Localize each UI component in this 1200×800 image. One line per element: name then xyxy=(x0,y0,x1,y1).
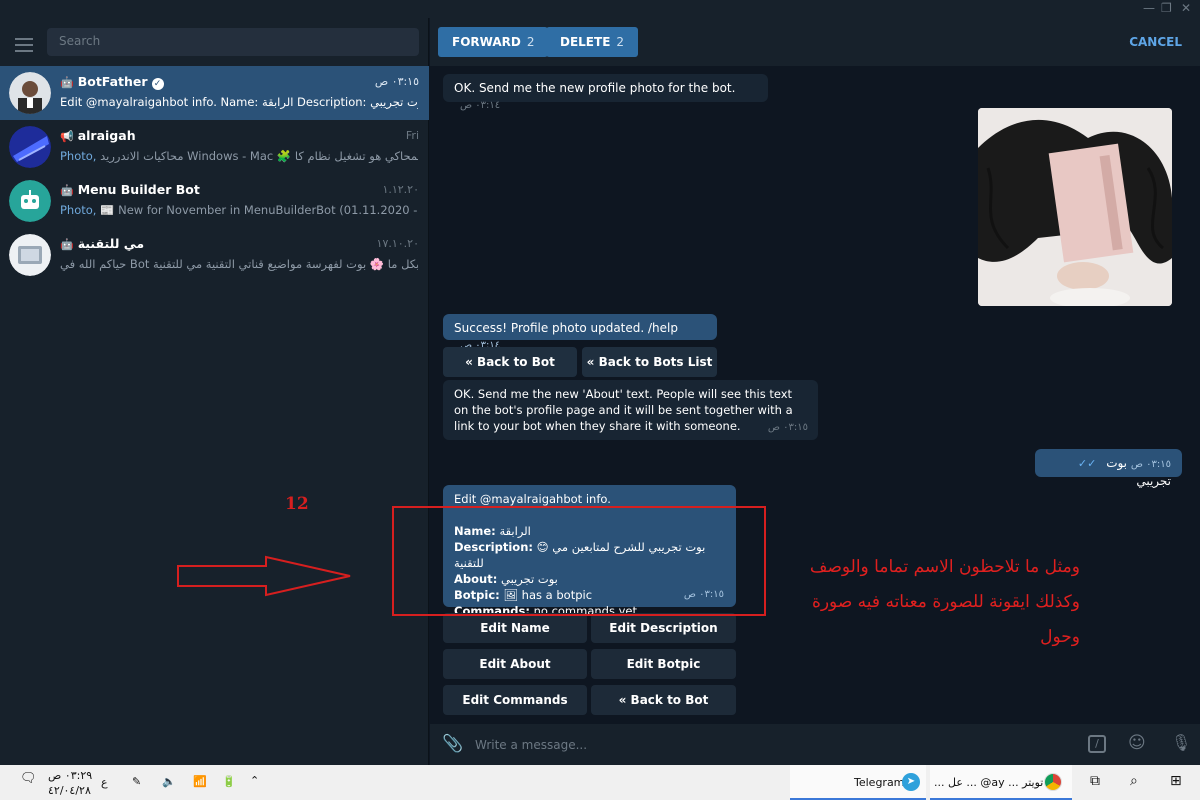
close-icon[interactable]: ✕ xyxy=(1181,1,1191,15)
chat-time: ٠٣:١٥ ص xyxy=(374,75,419,88)
wifi-icon[interactable]: 📶 xyxy=(193,775,207,788)
back-to-bot-button[interactable]: « Back to Bot xyxy=(443,347,577,377)
chat-preview: Photo, محاكيات الاندرريد Windows - Mac 🧩… xyxy=(60,149,418,163)
microphone-icon[interactable]: 🎙 xyxy=(1171,733,1191,752)
avatar xyxy=(9,180,51,222)
message-bubble[interactable]: OK. Send me the new 'About' text. People… xyxy=(443,380,818,440)
forward-button[interactable]: FORWARD 2 xyxy=(438,27,549,57)
chat-title: alraigah xyxy=(77,128,136,143)
search-input[interactable]: Search xyxy=(47,28,419,56)
search-icon[interactable]: ⌕ xyxy=(1130,773,1138,789)
annotation-text: ومثل ما تلاحظون الاسم تماما والوصف وكذلك… xyxy=(809,557,1080,647)
photo-image xyxy=(978,108,1172,306)
message-composer: 📎 Write a message... / ☺ 🎙 xyxy=(430,724,1200,765)
outgoing-message-bubble[interactable]: ✓✓ ٠٣:١٥ ص بوت تجريبي xyxy=(1035,449,1182,488)
edit-description-button[interactable]: Edit Description xyxy=(591,613,736,643)
chat-item-alraigah[interactable]: 📢 alraigah Fri Photo, محاكيات الاندرريد W… xyxy=(0,120,429,174)
chevron-up-icon[interactable]: ⌃ xyxy=(250,774,259,787)
chat-item-menu-builder-bot[interactable]: 🤖 Menu Builder Bot ١.١٢.٢٠ Photo, 📰 New f… xyxy=(0,174,429,228)
bot-icon: 🤖 xyxy=(60,76,74,89)
chat-preview: حياكم الله في Bot بكل ما 🌸 بوت لفهرسة مو… xyxy=(60,257,418,271)
edit-commands-button[interactable]: Edit Commands xyxy=(443,685,587,715)
cancel-button[interactable]: CANCEL xyxy=(1129,35,1182,49)
message-bubble[interactable]: OK. Send me the new profile photo for th… xyxy=(443,74,768,111)
read-check-icon: ✓✓ xyxy=(1077,457,1097,470)
clock-date: ٤٢/٠٤/٢٨ xyxy=(48,784,91,797)
pen-icon[interactable]: ✎ xyxy=(132,775,141,788)
chat-time: ١.١٢.٢٠ xyxy=(382,183,419,196)
message-input[interactable]: Write a message... xyxy=(475,738,587,752)
edit-about-button[interactable]: Edit About xyxy=(443,649,587,679)
bot-icon: 🤖 xyxy=(60,184,74,197)
clock-time[interactable]: ٠٣:٢٩ ص xyxy=(48,769,92,782)
chat-title: مي للتقنية xyxy=(77,236,145,251)
chat-preview: Photo, 📰 New for November in MenuBuilder… xyxy=(60,203,418,217)
annotation-arrow-icon xyxy=(177,555,351,597)
notification-icon[interactable]: 🗨 xyxy=(20,771,37,786)
back-to-bot-button-2[interactable]: « Back to Bot xyxy=(591,685,736,715)
windows-start-icon[interactable]: ⊞ xyxy=(1170,773,1182,789)
bot-icon: 🤖 xyxy=(60,238,74,251)
chat-title: Menu Builder Bot xyxy=(77,182,200,197)
task-view-icon[interactable]: ⧉ xyxy=(1090,773,1100,789)
edit-botpic-button[interactable]: Edit Botpic xyxy=(591,649,736,679)
title-bar: — ❐ ✕ xyxy=(0,0,1200,18)
attach-icon[interactable]: 📎 xyxy=(442,734,463,754)
avatar xyxy=(9,126,51,168)
verified-icon: ✓ xyxy=(151,78,164,90)
chat-item-mai-tech[interactable]: 🤖 مي للتقنية ١٧.١٠.٢٠ حياكم الله في Bot ب… xyxy=(0,228,429,282)
annotation-highlight-box xyxy=(392,506,766,616)
chat-time: Fri xyxy=(405,129,419,142)
selection-toolbar: FORWARD 2 DELETE 2 CANCEL xyxy=(430,18,1200,66)
delete-button[interactable]: DELETE 2 xyxy=(546,27,639,57)
annotation-number: 12 xyxy=(285,494,309,514)
edit-name-button[interactable]: Edit Name xyxy=(443,613,587,643)
emoji-icon[interactable]: ☺ xyxy=(1128,733,1146,753)
back-to-bots-list-button[interactable]: « Back to Bots List xyxy=(582,347,717,377)
taskbar-app-chrome[interactable]: ... عل ... @ay ... تويتر xyxy=(930,765,1072,800)
profile-photo-message[interactable] xyxy=(978,108,1172,306)
channel-icon: 📢 xyxy=(60,130,74,143)
menu-icon[interactable] xyxy=(15,38,33,52)
message-bubble[interactable]: Success! Profile photo updated. /help ٠٣… xyxy=(443,314,717,351)
restore-icon[interactable]: ❐ xyxy=(1161,1,1172,15)
battery-icon[interactable]: 🔋 xyxy=(222,775,236,788)
minimize-icon[interactable]: — xyxy=(1143,1,1155,15)
avatar xyxy=(9,234,51,276)
bot-commands-icon[interactable]: / xyxy=(1088,735,1106,753)
chat-list-sidebar: Search 🤖 BotFather ✓ ٠٣:١٥ ص Edit @mayalra… xyxy=(0,18,429,765)
chat-item-botfather[interactable]: 🤖 BotFather ✓ ٠٣:١٥ ص Edit @mayalraigahbot… xyxy=(0,66,429,120)
chat-time: ١٧.١٠.٢٠ xyxy=(376,237,419,250)
taskbar-app-telegram[interactable]: Telegram ➤ xyxy=(790,765,926,800)
chrome-icon xyxy=(1044,773,1062,791)
language-indicator[interactable]: ع xyxy=(101,776,108,789)
avatar xyxy=(9,72,51,114)
telegram-icon: ➤ xyxy=(902,773,920,791)
chat-preview: Edit @mayalraigahbot info. Name: الرابقة… xyxy=(60,95,418,109)
taskbar: 🗨 ٠٣:٢٩ ص ٤٢/٠٤/٢٨ ع ✎ 🔈 📶 🔋 ⌃ Telegram … xyxy=(0,765,1200,800)
volume-icon[interactable]: 🔈 xyxy=(162,775,176,788)
chat-title: BotFather xyxy=(77,74,148,89)
